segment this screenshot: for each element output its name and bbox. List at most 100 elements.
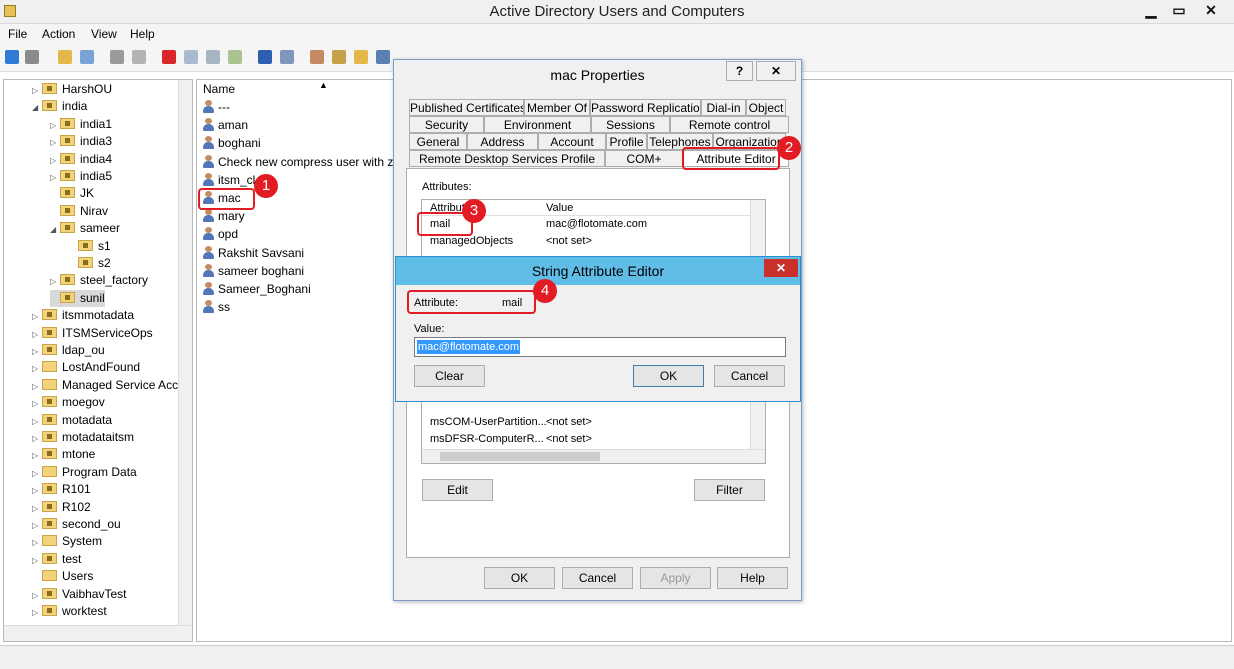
properties-help-button[interactable]: ? <box>726 61 753 81</box>
up-folder-icon[interactable] <box>58 50 72 64</box>
list-item[interactable]: opd <box>203 225 238 243</box>
expand-arrow-icon[interactable]: ▷ <box>32 326 42 343</box>
expand-arrow-icon[interactable]: ◢ <box>50 221 60 238</box>
attribute-value-mscom-userpartition[interactable]: <not set> <box>546 414 592 430</box>
menu-file[interactable]: File <box>8 26 27 42</box>
tree-node[interactable]: ◢ india <box>32 98 87 115</box>
list-item[interactable]: Sameer_Boghani <box>203 280 311 298</box>
tab-dial-in[interactable]: Dial-in <box>701 99 746 116</box>
tab-security[interactable]: Security <box>409 116 484 133</box>
menu-action[interactable]: Action <box>42 26 75 42</box>
list-item[interactable]: itsm_cl <box>203 171 255 189</box>
attribute-list-hscrollbar[interactable] <box>422 449 765 463</box>
expand-arrow-icon[interactable]: ▷ <box>32 517 42 534</box>
expand-arrow-icon[interactable]: ▷ <box>32 413 42 430</box>
new-group-icon[interactable] <box>332 50 346 64</box>
attribute-list-vscrollbar-bottom[interactable] <box>750 414 765 449</box>
export-icon[interactable] <box>228 50 242 64</box>
list-item[interactable]: --- <box>203 98 230 116</box>
properties-cancel-button[interactable]: Cancel <box>562 567 633 589</box>
expand-arrow-icon[interactable]: ▷ <box>32 604 42 621</box>
tree-node[interactable]: sunil <box>50 289 105 307</box>
filter-icon[interactable] <box>376 50 390 64</box>
expand-arrow-icon[interactable]: ▷ <box>32 500 42 517</box>
list-item[interactable]: Check new compress user with zip <box>203 153 403 171</box>
tab-sessions[interactable]: Sessions <box>591 116 670 133</box>
menu-help[interactable]: Help <box>130 26 155 42</box>
properties-close-button[interactable]: ✕ <box>756 61 796 81</box>
expand-arrow-icon[interactable]: ▷ <box>50 152 60 169</box>
expand-arrow-icon[interactable]: ▷ <box>32 482 42 499</box>
expand-arrow-icon[interactable]: ▷ <box>32 534 42 551</box>
tree-node[interactable]: JK <box>50 185 94 202</box>
attribute-name-msdfsr-computer[interactable]: msDFSR-ComputerR... <box>430 431 544 447</box>
tree-node[interactable]: ▷ india1 <box>50 116 112 133</box>
properties-apply-button[interactable]: Apply <box>640 567 711 589</box>
restore-button[interactable]: ▭ <box>1162 0 1196 20</box>
tree-horizontal-scrollbar[interactable] <box>4 625 192 641</box>
cut-icon[interactable] <box>110 50 124 64</box>
tab-object[interactable]: Object <box>746 99 786 116</box>
expand-arrow-icon[interactable]: ▷ <box>32 308 42 325</box>
expand-arrow-icon[interactable]: ▷ <box>32 447 42 464</box>
tab-environment[interactable]: Environment <box>484 116 591 133</box>
expand-arrow-icon[interactable]: ▷ <box>50 273 60 290</box>
tree-node[interactable]: ▷ Managed Service Acc <box>32 377 178 394</box>
tree-node[interactable]: ▷ R102 <box>32 499 91 516</box>
properties-help-bottom-button[interactable]: Help <box>717 567 788 589</box>
show-tree-icon[interactable] <box>80 50 94 64</box>
view-icon[interactable] <box>280 50 294 64</box>
back-icon[interactable] <box>5 50 19 64</box>
tree-node[interactable]: ◢ sameer <box>50 220 120 237</box>
list-header-name[interactable]: Name <box>203 82 235 96</box>
expand-arrow-icon[interactable]: ▷ <box>50 134 60 151</box>
sae-cancel-button[interactable]: Cancel <box>714 365 785 387</box>
tab-remote-control[interactable]: Remote control <box>670 116 789 133</box>
filter-button[interactable]: Filter <box>694 479 765 501</box>
tree-node[interactable]: ▷ india3 <box>50 133 112 150</box>
tab-address[interactable]: Address <box>467 133 538 150</box>
tree-node[interactable]: ▷ india5 <box>50 168 112 185</box>
tree-node[interactable]: ▷ LostAndFound <box>32 359 140 376</box>
tree-node[interactable]: ▷ second_ou <box>32 516 121 533</box>
attribute-list-bottom[interactable]: msCOM-UserPartition... <not set> msDFSR-… <box>421 414 766 464</box>
expand-arrow-icon[interactable]: ▷ <box>32 587 42 604</box>
tree-node[interactable]: Users <box>32 568 93 585</box>
expand-arrow-icon[interactable]: ▷ <box>32 343 42 360</box>
tree-node[interactable]: s1 <box>68 238 111 255</box>
tree-node[interactable]: ▷ india4 <box>50 151 112 168</box>
expand-arrow-icon[interactable]: ◢ <box>32 99 42 116</box>
expand-arrow-icon[interactable]: ▷ <box>32 552 42 569</box>
expand-arrow-icon[interactable]: ▷ <box>32 430 42 447</box>
tree-node[interactable]: ▷ motadataitsm <box>32 429 134 446</box>
delete-icon[interactable] <box>162 50 176 64</box>
console-tree[interactable]: ▷ HarshOU ◢ india ▷ india1 ▷ india3 ▷ india4 ▷ indi… <box>3 79 193 642</box>
list-item[interactable]: boghani <box>203 134 261 152</box>
tree-node[interactable]: Nirav <box>50 203 108 220</box>
tree-vertical-scrollbar[interactable] <box>178 80 192 625</box>
tree-node[interactable]: ▷ Program Data <box>32 464 137 481</box>
tree-node[interactable]: ▷ ldap_ou <box>32 342 105 359</box>
tree-node[interactable]: ▷ moegov <box>32 394 105 411</box>
edit-button[interactable]: Edit <box>422 479 493 501</box>
sae-clear-button[interactable]: Clear <box>414 365 485 387</box>
tree-node[interactable]: ▷ HarshOU <box>32 81 112 98</box>
refresh-icon[interactable] <box>206 50 220 64</box>
tree-node[interactable]: s2 <box>68 255 111 272</box>
tree-node[interactable]: ▷ R101 <box>32 481 91 498</box>
tree-node[interactable]: ▷ motadata <box>32 412 112 429</box>
copy-icon[interactable] <box>132 50 146 64</box>
properties-icon[interactable] <box>184 50 198 64</box>
tab-published-certificates[interactable]: Published Certificates <box>409 99 524 116</box>
tree-node[interactable]: ▷ test <box>32 551 81 568</box>
new-user-icon[interactable] <box>310 50 324 64</box>
expand-arrow-icon[interactable]: ▷ <box>32 465 42 482</box>
list-item[interactable]: sameer boghani <box>203 262 304 280</box>
value-column-header[interactable]: Value <box>546 200 573 216</box>
list-item[interactable]: aman <box>203 116 248 134</box>
new-ou-icon[interactable] <box>354 50 368 64</box>
tab-profile[interactable]: Profile <box>606 133 647 150</box>
tab-remote-desktop-services-profile[interactable]: Remote Desktop Services Profile <box>409 150 605 167</box>
forward-icon[interactable] <box>25 50 39 64</box>
sae-ok-button[interactable]: OK <box>633 365 704 387</box>
